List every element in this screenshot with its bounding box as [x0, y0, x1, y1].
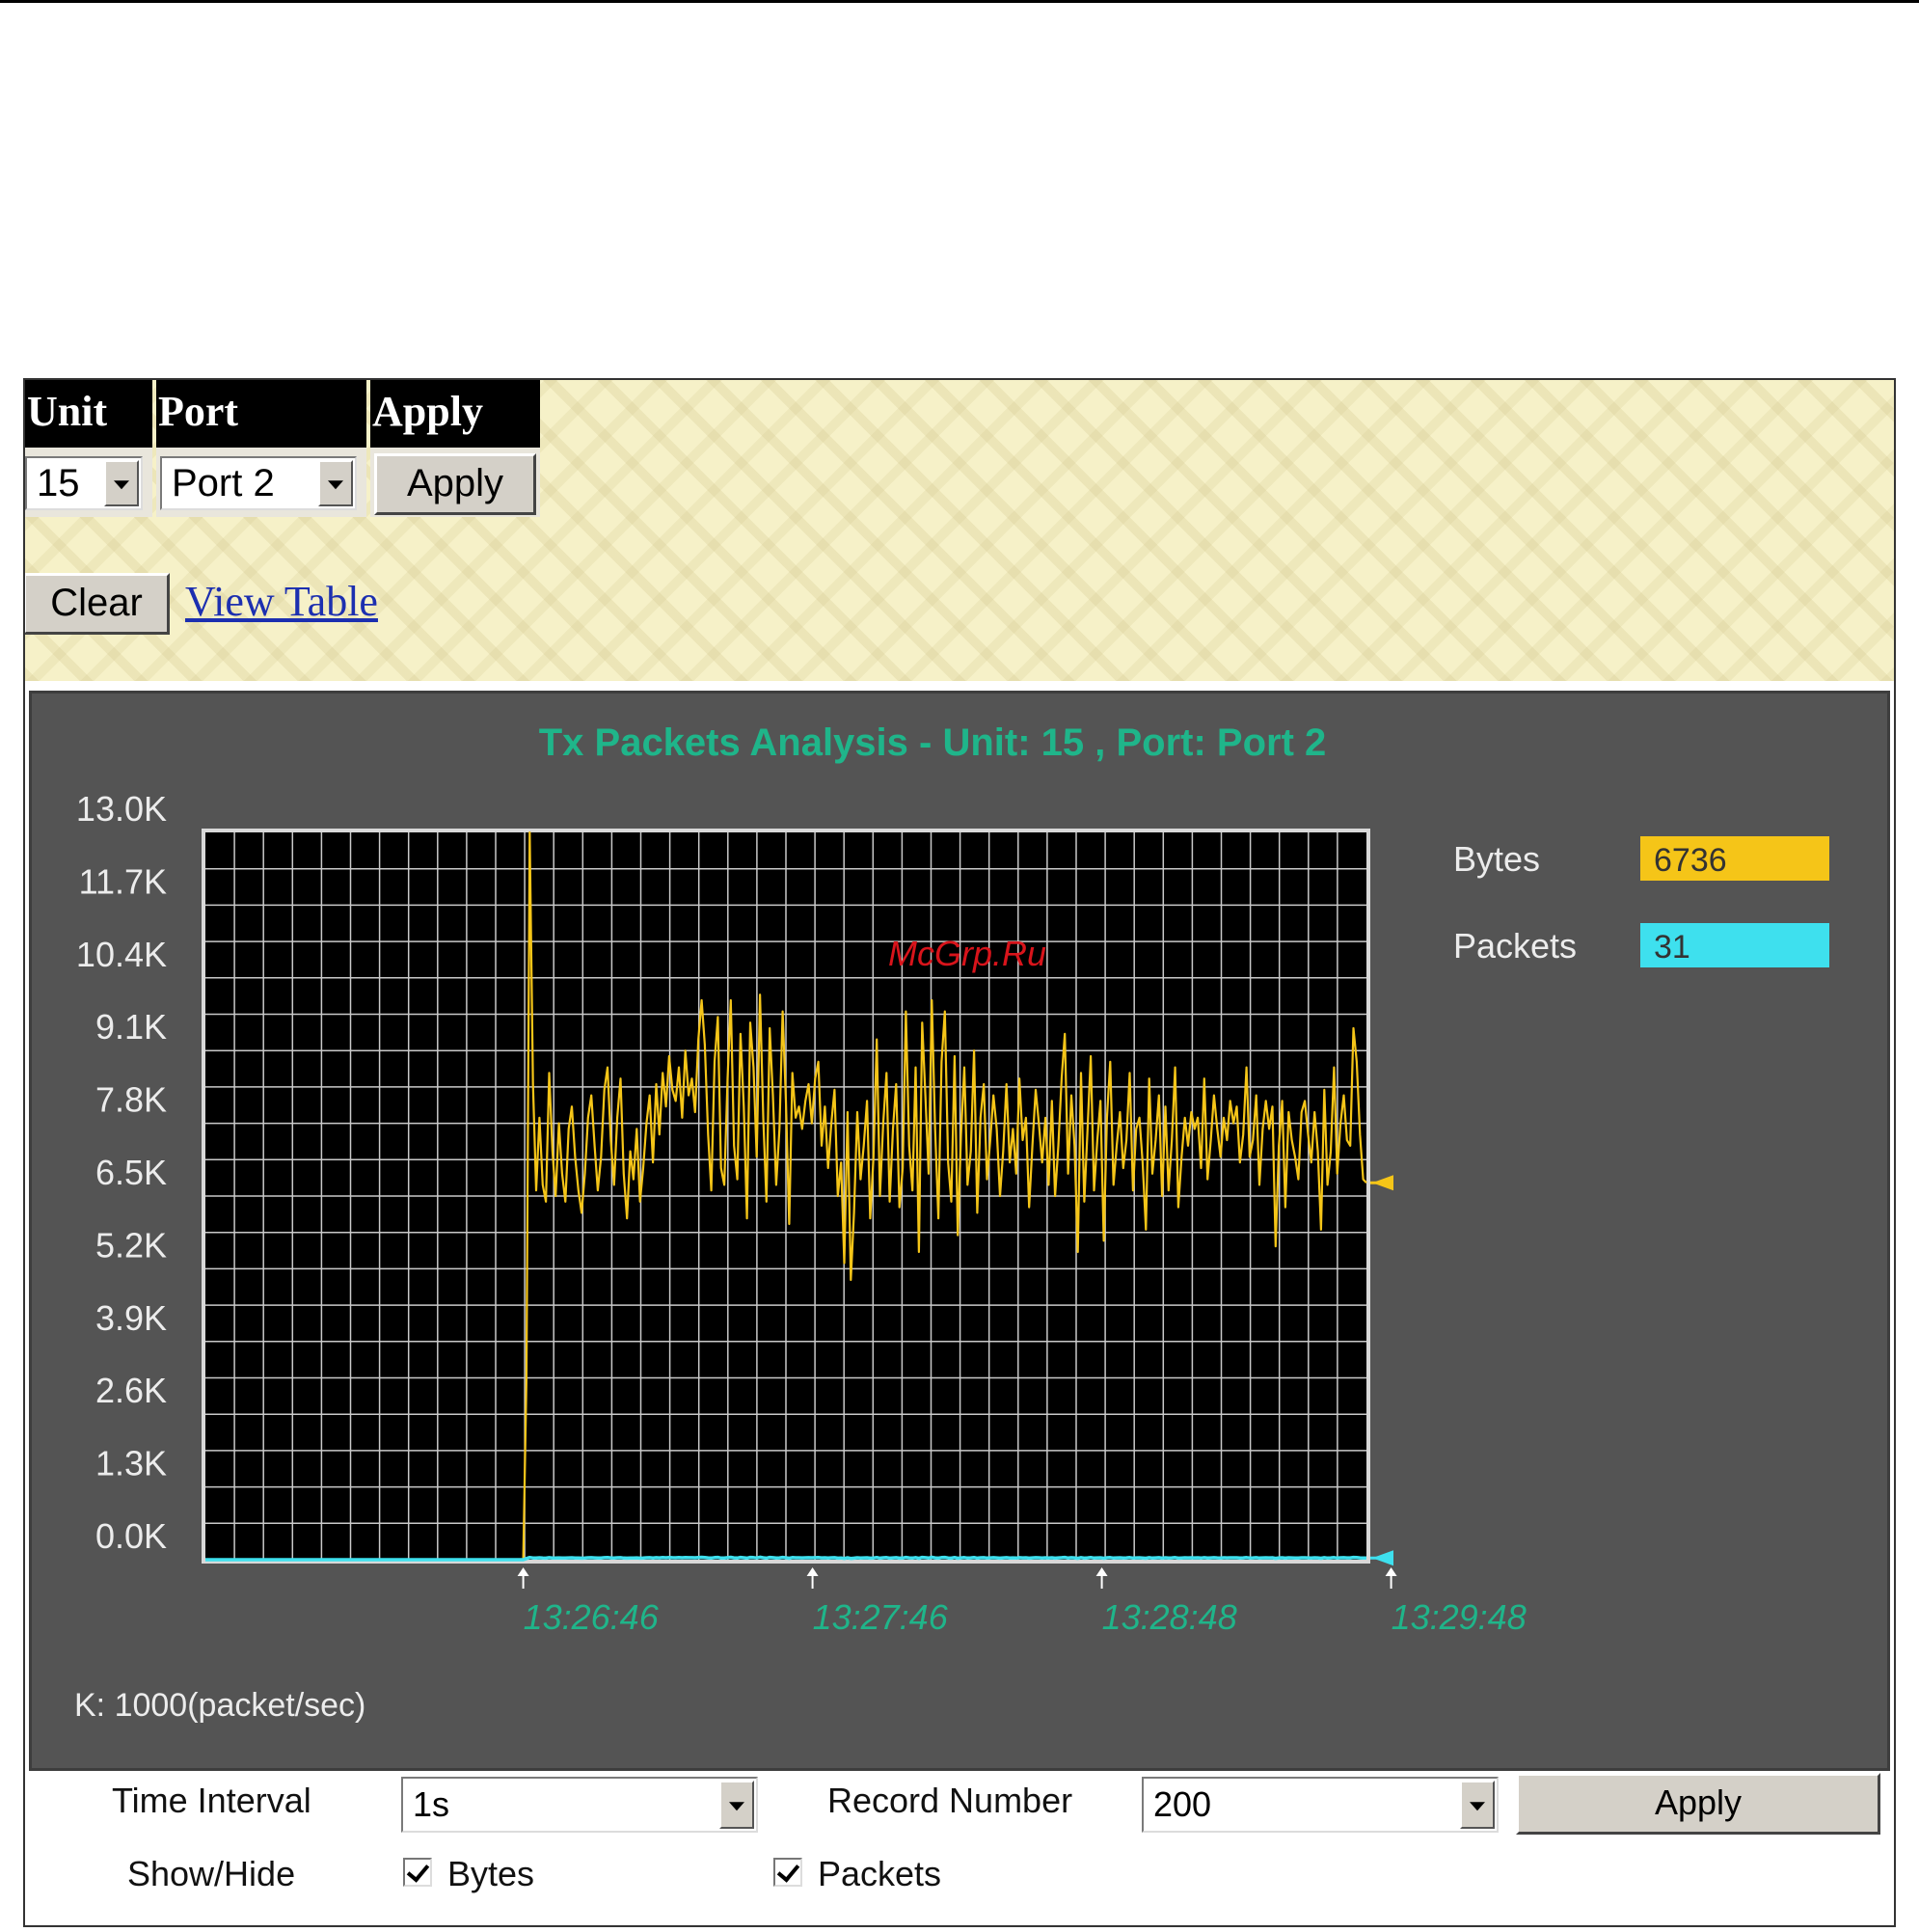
- port-header: Port: [156, 380, 366, 448]
- y-tick-label: 7.8K: [95, 1080, 167, 1120]
- show-hide-label: Show/Hide: [127, 1854, 296, 1893]
- unit-header: Unit: [25, 380, 152, 448]
- legend-label-packets: Packets: [1453, 926, 1577, 966]
- bytes-checkbox-label: Bytes: [447, 1854, 535, 1893]
- monitor-frame: Unit Port Apply 15 Port 2 Apply Clear Vi…: [23, 378, 1896, 1927]
- y-tick-label: 6.5K: [95, 1153, 167, 1192]
- x-tick-arrowhead: [1385, 1567, 1397, 1576]
- bytes-checkbox[interactable]: [403, 1858, 432, 1887]
- y-tick-label: 9.1K: [95, 1007, 167, 1047]
- record-number-select[interactable]: 200: [1142, 1777, 1499, 1833]
- x-tick-arrowhead: [1095, 1567, 1108, 1576]
- y-tick-label: 10.4K: [76, 935, 167, 974]
- top-rule: [0, 0, 1919, 3]
- watermark: McGrp.Ru: [888, 934, 1046, 973]
- chevron-down-icon[interactable]: [104, 460, 139, 506]
- view-table-link[interactable]: View Table: [185, 577, 378, 626]
- record-number-value: 200: [1153, 1784, 1212, 1824]
- apply-header: Apply: [370, 380, 540, 448]
- y-tick-label: 1.3K: [95, 1444, 167, 1483]
- apply-button[interactable]: Apply: [374, 453, 536, 515]
- unit-select-value: 15: [37, 462, 80, 504]
- legend-value-bytes: 6736: [1654, 842, 1727, 879]
- y-tick-label: 5.2K: [95, 1225, 167, 1265]
- x-tick-arrowhead: [517, 1567, 529, 1576]
- chevron-down-icon[interactable]: [719, 1781, 754, 1829]
- legend-value-packets: 31: [1654, 929, 1690, 966]
- y-tick-label: 11.7K: [79, 861, 167, 901]
- chart-title: Tx Packets Analysis - Unit: 15 , Port: P…: [539, 721, 1327, 764]
- packets-checkbox[interactable]: [773, 1858, 802, 1887]
- traffic-chart: Tx Packets Analysis - Unit: 15 , Port: P…: [74, 721, 1829, 1724]
- x-tick-label: 13:26:46: [524, 1597, 660, 1637]
- time-interval-label: Time Interval: [112, 1781, 311, 1820]
- port-select[interactable]: Port 2: [160, 456, 357, 510]
- unit-select[interactable]: 15: [25, 456, 143, 510]
- x-tick-label: 13:29:48: [1392, 1597, 1527, 1637]
- time-interval-select[interactable]: 1s: [401, 1777, 758, 1833]
- y-tick-label: 3.9K: [95, 1298, 167, 1338]
- port-select-value: Port 2: [172, 462, 275, 504]
- chevron-down-icon[interactable]: [1460, 1781, 1495, 1829]
- x-tick-label: 13:28:48: [1102, 1597, 1237, 1637]
- display-settings-form: Time Interval 1s Record Number 200 Apply…: [25, 1771, 1894, 1925]
- packets-checkbox-label: Packets: [818, 1854, 942, 1893]
- control-panel: Unit Port Apply 15 Port 2 Apply Clear Vi…: [25, 380, 1894, 681]
- legend-label-bytes: Bytes: [1453, 839, 1540, 879]
- chart-panel: Tx Packets Analysis - Unit: 15 , Port: P…: [29, 691, 1890, 1771]
- grid-lines: [205, 832, 1366, 1560]
- unit-note: K: 1000(packet/sec): [74, 1687, 365, 1724]
- x-tick-label: 13:27:46: [813, 1597, 949, 1637]
- x-tick-arrowhead: [806, 1567, 819, 1576]
- time-interval-value: 1s: [413, 1784, 450, 1824]
- y-tick-label: 2.6K: [95, 1371, 167, 1410]
- form-apply-button[interactable]: Apply: [1516, 1773, 1880, 1835]
- y-tick-label: 13.0K: [76, 789, 167, 829]
- chevron-down-icon[interactable]: [318, 460, 353, 506]
- record-number-label: Record Number: [827, 1781, 1073, 1820]
- clear-button[interactable]: Clear: [25, 573, 170, 635]
- y-tick-label: 0.0K: [95, 1516, 167, 1556]
